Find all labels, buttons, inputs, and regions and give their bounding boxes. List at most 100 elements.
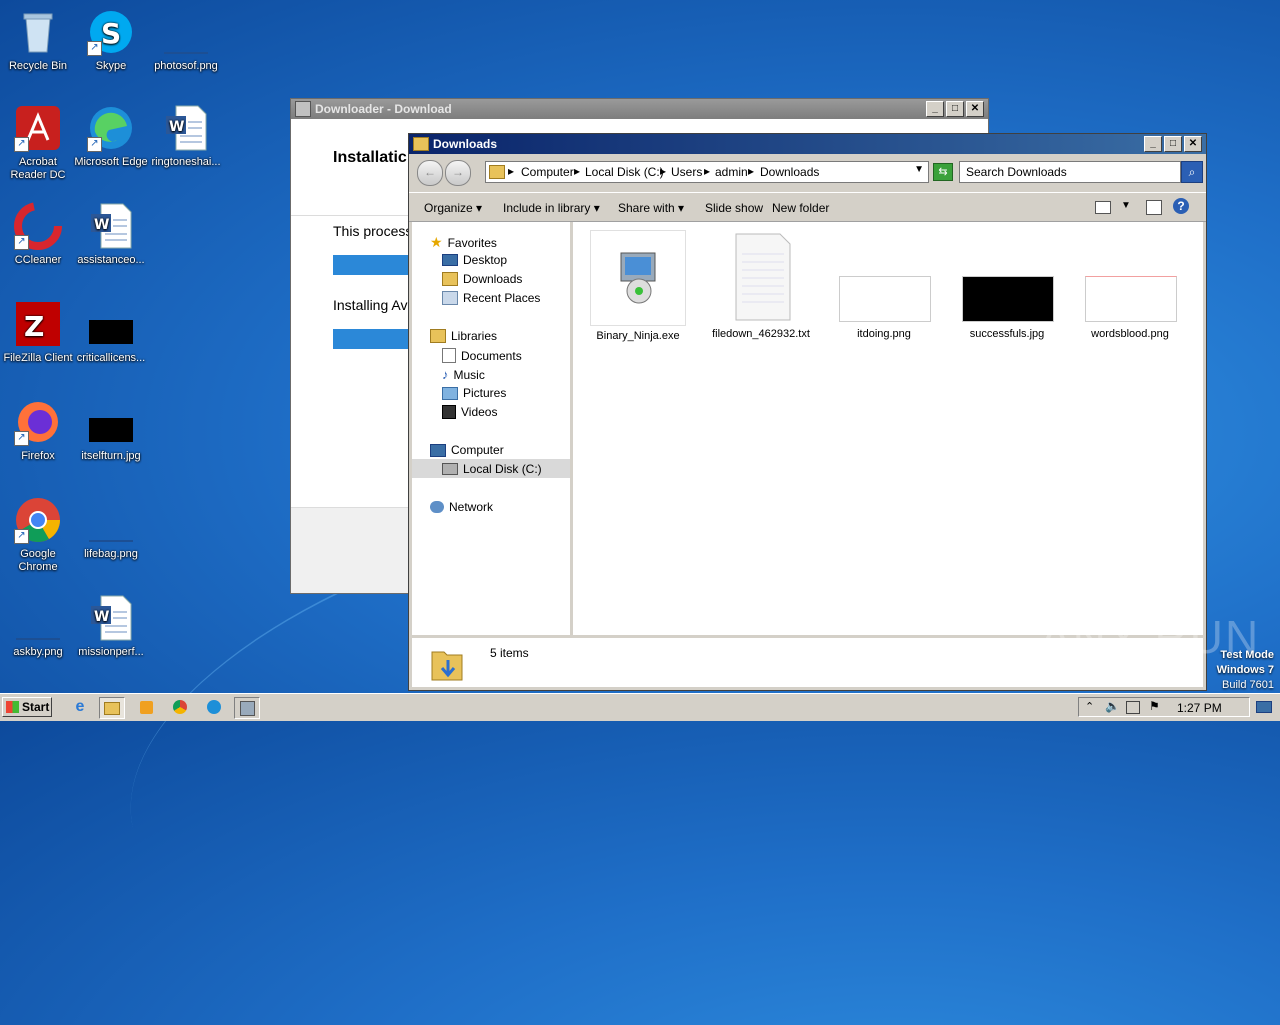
nav-local-disk[interactable]: Local Disk (C:) [442, 462, 542, 476]
desktop-icon-ccleaner[interactable]: ↗ CCleaner [0, 202, 76, 267]
nav-desktop[interactable]: Desktop [442, 253, 507, 267]
view-icon[interactable] [1095, 201, 1111, 214]
slide-show-button[interactable]: Slide show [705, 201, 763, 215]
search-icon[interactable]: ⌕ [1181, 161, 1203, 183]
windows-logo-icon [6, 701, 19, 713]
desktop-icon-label: criticallicens... [76, 352, 146, 364]
breadcrumb-users[interactable]: Users [671, 165, 702, 179]
back-button[interactable]: ← [417, 160, 443, 186]
documents-icon [442, 348, 456, 363]
downloader-titlebar[interactable]: Downloader - Download _ □ ✕ [291, 99, 988, 119]
organize-menu[interactable]: Organize ▾ [424, 201, 482, 215]
breadcrumb-computer[interactable]: Computer [521, 165, 574, 179]
desktop-icon-askby[interactable]: askby.png [0, 594, 76, 659]
nav-computer[interactable]: Computer [430, 443, 504, 457]
nav-music[interactable]: ♪ Music [442, 367, 485, 382]
desktop-icon-label: assistanceo... [77, 254, 145, 266]
navigation-pane: ★ Favorites Desktop Downloads Recent Plac… [412, 222, 570, 635]
nav-downloads[interactable]: Downloads [442, 272, 522, 286]
edge-taskbar-icon[interactable] [202, 697, 226, 717]
desktop-icon-ringtoneshai[interactable]: W ringtoneshai... [148, 104, 224, 169]
close-button[interactable]: ✕ [966, 101, 984, 117]
nav-libraries[interactable]: Libraries [430, 329, 497, 343]
nav-documents[interactable]: Documents [442, 348, 522, 363]
folder-icon [413, 137, 429, 151]
svg-text:W: W [94, 609, 109, 625]
minimize-button[interactable]: _ [1144, 136, 1162, 152]
maximize-button[interactable]: □ [1164, 136, 1182, 152]
desktop-icon-filezilla[interactable]: Z FileZilla Client [0, 300, 76, 365]
help-icon[interactable]: ? [1173, 198, 1189, 214]
ccleaner-icon: ↗ [14, 202, 62, 250]
file-item[interactable]: filedown_462932.txt [706, 230, 816, 340]
installer-taskbar-icon[interactable] [234, 697, 260, 719]
preview-pane-icon[interactable] [1146, 200, 1162, 215]
network-icon [430, 501, 444, 513]
nav-favorites[interactable]: ★ Favorites [430, 234, 497, 251]
desktop-icon-label: CCleaner [14, 254, 62, 266]
installer-icon [295, 101, 311, 117]
chevron-down-icon[interactable]: ▼ [1121, 200, 1131, 211]
forward-button[interactable]: → [445, 160, 471, 186]
include-library-menu[interactable]: Include in library ▾ [503, 201, 600, 215]
desktop-icon-edge[interactable]: ↗ Microsoft Edge [73, 104, 149, 169]
file-item[interactable]: itdoing.png [829, 230, 939, 340]
maximize-button[interactable]: □ [946, 101, 964, 117]
nav-pictures[interactable]: Pictures [442, 386, 506, 400]
explorer-titlebar[interactable]: Downloads _ □ ✕ [409, 134, 1206, 154]
desktop-icon-criticallicens[interactable]: criticallicens... [73, 300, 149, 365]
drive-icon [442, 463, 458, 475]
desktop-icon-assistance[interactable]: W assistanceo... [73, 202, 149, 267]
chevron-down-icon[interactable]: ▼ [914, 164, 924, 175]
nav-recent-places[interactable]: Recent Places [442, 291, 540, 305]
chevron-up-icon[interactable]: ⌃ [1085, 700, 1094, 713]
word-document-icon: W [162, 104, 210, 152]
desktop-icon-label: Microsoft Edge [74, 156, 148, 168]
desktop-icon-label: Google Chrome [18, 548, 58, 573]
desktop-icon-chrome[interactable]: ↗ Google Chrome [0, 496, 76, 574]
show-desktop-icon[interactable] [1256, 701, 1272, 713]
clock[interactable]: 1:27 PM [1177, 701, 1222, 715]
file-item[interactable]: Binary_Ninja.exe [583, 230, 693, 342]
desktop-icon-firefox[interactable]: ↗ Firefox [0, 398, 76, 463]
desktop-icon-label: ringtoneshai... [151, 156, 221, 168]
share-with-menu[interactable]: Share with ▾ [618, 201, 684, 215]
image-file-icon [87, 398, 135, 446]
new-folder-button[interactable]: New folder [772, 201, 829, 215]
file-name: itdoing.png [857, 328, 911, 340]
flag-icon[interactable]: ⚑ [1149, 699, 1160, 713]
nav-videos[interactable]: Videos [442, 405, 497, 419]
breadcrumb-local-disk[interactable]: Local Disk (C:) [585, 165, 664, 179]
desktop-icon-lifebag[interactable]: lifebag.png [73, 496, 149, 561]
explorer-taskbar-icon[interactable] [99, 697, 125, 719]
ie-icon[interactable]: e [68, 697, 92, 717]
media-player-icon[interactable] [134, 697, 158, 717]
volume-icon[interactable]: 🔈 [1105, 699, 1120, 713]
command-toolbar: Organize ▾ Include in library ▾ Share wi… [409, 192, 1206, 222]
file-name: wordsblood.png [1091, 328, 1169, 340]
file-name: Binary_Ninja.exe [596, 330, 680, 342]
start-button[interactable]: Start [2, 697, 52, 717]
desktop-icon-photosof[interactable]: photosof.png [148, 8, 224, 73]
nav-network[interactable]: Network [430, 500, 493, 514]
desktop-icon-missionperf[interactable]: W missionperf... [73, 594, 149, 659]
desktop-icon-itselfturn[interactable]: itselfturn.jpg [73, 398, 149, 463]
chrome-taskbar-icon[interactable] [168, 697, 192, 717]
explorer-window[interactable]: Downloads _ □ ✕ ← → ▸ Computer ▸ Local D… [408, 133, 1207, 691]
minimize-button[interactable]: _ [926, 101, 944, 117]
breadcrumb-downloads[interactable]: Downloads [760, 165, 819, 179]
chevron-right-icon: ▸ [748, 164, 755, 178]
desktop-icon-recycle-bin[interactable]: Recycle Bin [0, 8, 76, 73]
file-item[interactable]: successfuls.jpg [952, 230, 1062, 340]
shortcut-arrow-icon: ↗ [14, 137, 29, 152]
file-item[interactable]: wordsblood.png [1075, 230, 1185, 340]
search-field[interactable]: Search Downloads [959, 161, 1181, 183]
close-button[interactable]: ✕ [1184, 136, 1202, 152]
desktop-icon-skype[interactable]: S ↗ Skype [73, 8, 149, 73]
desktop-icon-acrobat[interactable]: ↗ Acrobat Reader DC [0, 104, 76, 182]
network-tray-icon[interactable] [1126, 701, 1140, 714]
address-bar[interactable]: ▸ Computer ▸ Local Disk (C:) ▸ Users ▸ a… [485, 161, 929, 183]
image-file-icon [837, 230, 931, 324]
refresh-icon[interactable]: ⇆ [933, 163, 953, 181]
breadcrumb-admin[interactable]: admin [715, 165, 748, 179]
